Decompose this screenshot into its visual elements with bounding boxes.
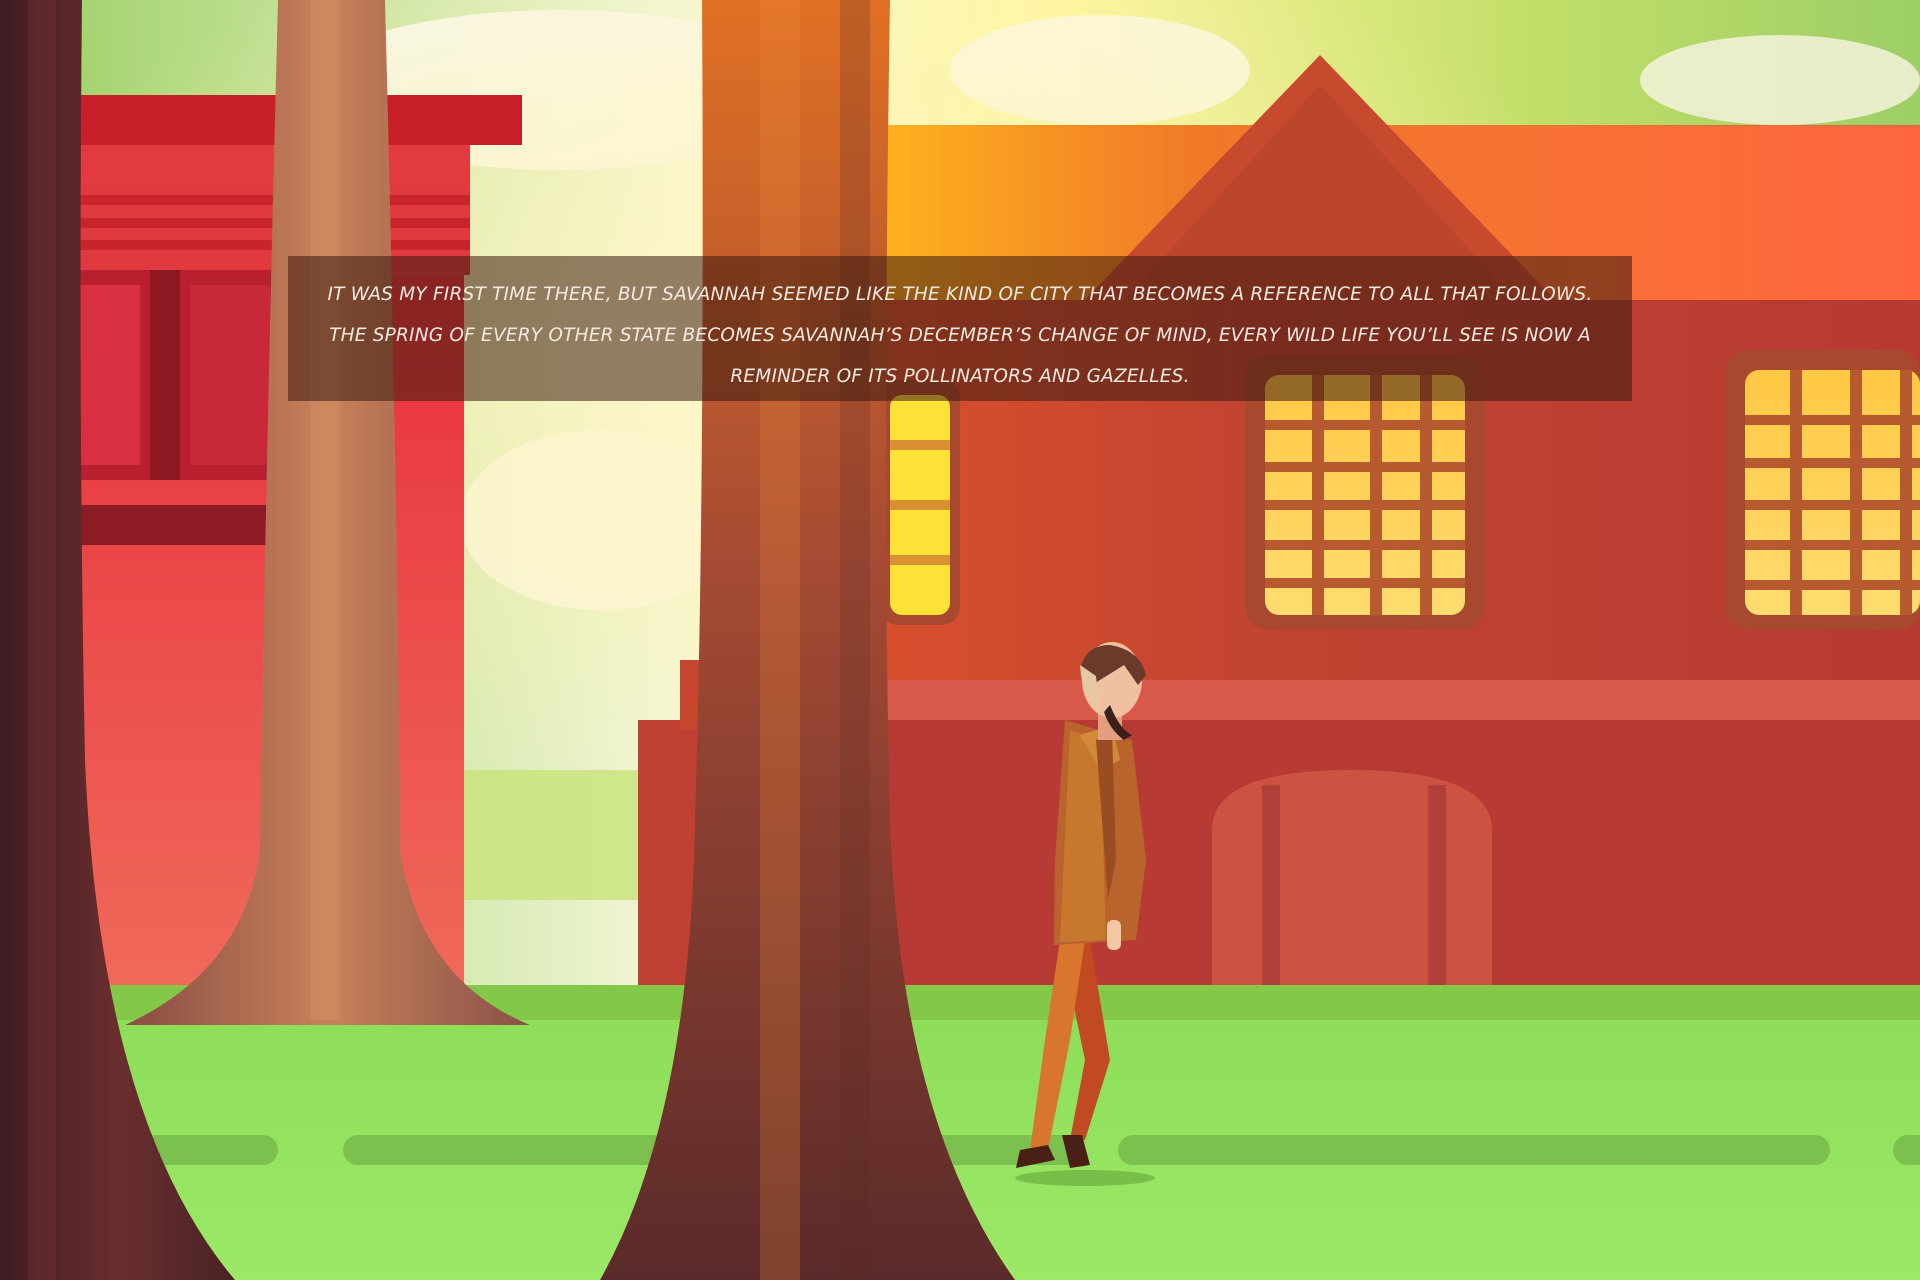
door [1212,770,1492,990]
window [1725,350,1920,630]
path [100,1135,1920,1165]
narration-caption: IT WAS MY FIRST TIME THERE, BUT SAVANNAH… [288,256,1632,401]
game-scene [0,0,1920,1280]
window [880,380,960,625]
